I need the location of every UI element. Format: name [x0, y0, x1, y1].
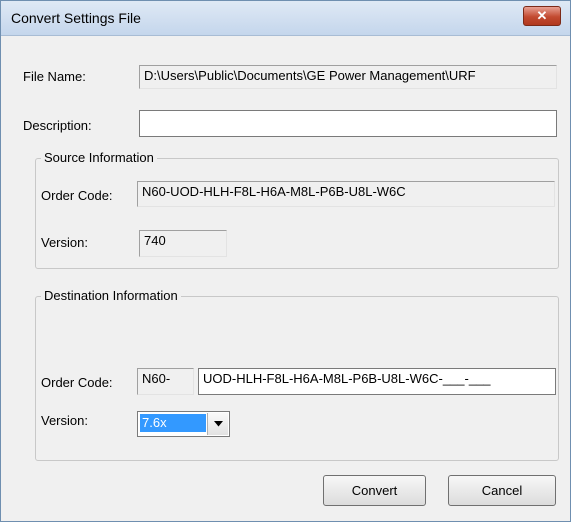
dropdown-arrow-button[interactable] — [207, 413, 228, 435]
destination-information-title: Destination Information — [41, 288, 181, 303]
title-bar[interactable]: Convert Settings File ✕ — [1, 1, 570, 36]
source-order-code-label: Order Code: — [41, 188, 113, 203]
source-information-title: Source Information — [41, 150, 157, 165]
source-version-field: 740 — [139, 230, 227, 257]
convert-settings-dialog: Convert Settings File ✕ File Name: D:\Us… — [0, 0, 571, 522]
destination-version-select[interactable]: 7.6x — [137, 411, 230, 437]
description-label: Description: — [23, 118, 92, 133]
convert-button[interactable]: Convert — [323, 475, 426, 506]
cancel-button[interactable]: Cancel — [448, 475, 556, 506]
destination-version-label: Version: — [41, 413, 88, 428]
window-title: Convert Settings File — [11, 10, 141, 26]
close-icon[interactable]: ✕ — [523, 6, 561, 26]
source-order-code-field: N60-UOD-HLH-F8L-H6A-M8L-P6B-U8L-W6C — [137, 181, 555, 207]
file-name-field: D:\Users\Public\Documents\GE Power Manag… — [139, 65, 557, 89]
source-information-group — [35, 158, 559, 269]
description-input[interactable] — [139, 110, 557, 137]
destination-order-code-input[interactable]: UOD-HLH-F8L-H6A-M8L-P6B-U8L-W6C-___-___ — [198, 368, 556, 395]
chevron-down-icon — [213, 421, 223, 427]
version-selected-value: 7.6x — [140, 414, 206, 432]
destination-order-code-prefix: N60- — [137, 368, 194, 395]
file-name-label: File Name: — [23, 69, 86, 84]
source-version-label: Version: — [41, 235, 88, 250]
destination-order-code-label: Order Code: — [41, 375, 113, 390]
